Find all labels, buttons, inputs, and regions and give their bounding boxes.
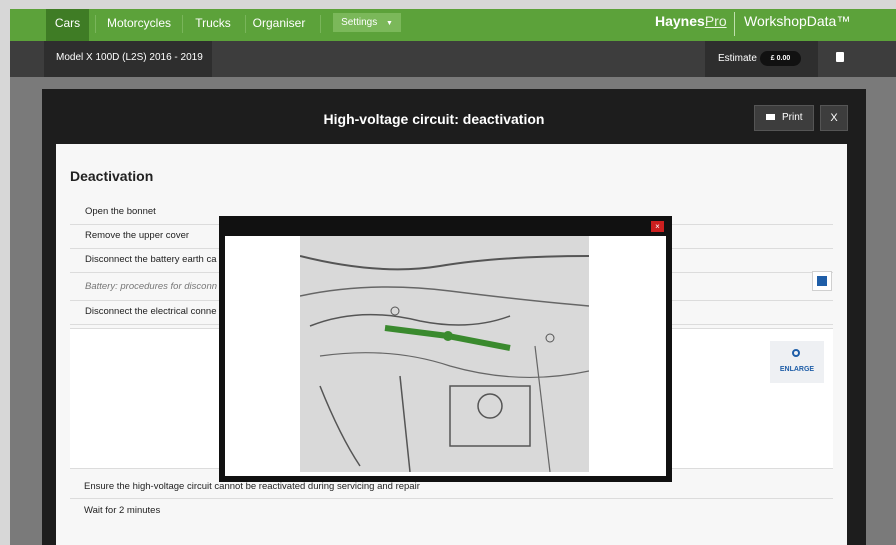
step-item: Wait for 2 minutes xyxy=(84,505,161,516)
print-label: Print xyxy=(782,112,803,123)
nav-divider xyxy=(320,15,321,33)
nav-item-motorcycles[interactable]: Motorcycles xyxy=(100,9,178,41)
brand-logo: HaynesPro xyxy=(655,13,727,29)
nav-item-cars[interactable]: Cars xyxy=(46,9,89,41)
vehicle-model-tab[interactable]: Model X 100D (L2S) 2016 - 2019 xyxy=(44,41,212,77)
estimate-label: Estimate xyxy=(718,53,757,64)
magnifier-icon xyxy=(792,349,800,357)
close-modal-button[interactable]: X xyxy=(820,105,848,131)
settings-dropdown[interactable]: Settings ▼ xyxy=(333,13,401,32)
nav-divider xyxy=(95,15,96,33)
caret-down-icon: ▼ xyxy=(385,20,393,27)
settings-label: Settings xyxy=(341,17,378,28)
brand-pro: Pro xyxy=(704,13,727,29)
nav-item-organiser[interactable]: Organiser xyxy=(250,9,308,41)
brand-divider xyxy=(734,12,735,36)
row-divider xyxy=(70,498,833,499)
estimate-value: £ 0.00 xyxy=(760,51,801,66)
document-link-icon[interactable] xyxy=(812,271,832,291)
document-glyph xyxy=(817,276,827,286)
brand-haynes: Haynes xyxy=(655,13,705,29)
modal-title: High-voltage circuit: deactivation xyxy=(323,111,545,127)
nav-divider xyxy=(182,15,183,33)
enlarge-label: ENLARGE xyxy=(779,366,815,373)
brand-workshopdata: WorkshopData™ xyxy=(744,13,851,29)
nav-item-trucks[interactable]: Trucks xyxy=(187,9,239,41)
lightbox-close-button[interactable]: × xyxy=(651,221,664,232)
vehicle-bar: Model X 100D (L2S) 2016 - 2019 Estimate … xyxy=(10,41,896,77)
engine-drawing xyxy=(300,236,589,472)
enlarge-button[interactable]: ENLARGE xyxy=(770,341,824,383)
printer-icon xyxy=(766,114,775,120)
print-button[interactable]: Print xyxy=(754,105,814,131)
estimate-widget[interactable]: Estimate £ 0.00 xyxy=(705,41,818,77)
nav-divider xyxy=(245,15,246,33)
section-title: Deactivation xyxy=(70,168,154,184)
calculator-icon[interactable] xyxy=(836,52,844,62)
engine-bay-illustration xyxy=(300,236,589,472)
top-nav: Cars Motorcycles Trucks Organiser Settin… xyxy=(10,9,896,41)
step-item: Ensure the high-voltage circuit cannot b… xyxy=(84,481,420,492)
